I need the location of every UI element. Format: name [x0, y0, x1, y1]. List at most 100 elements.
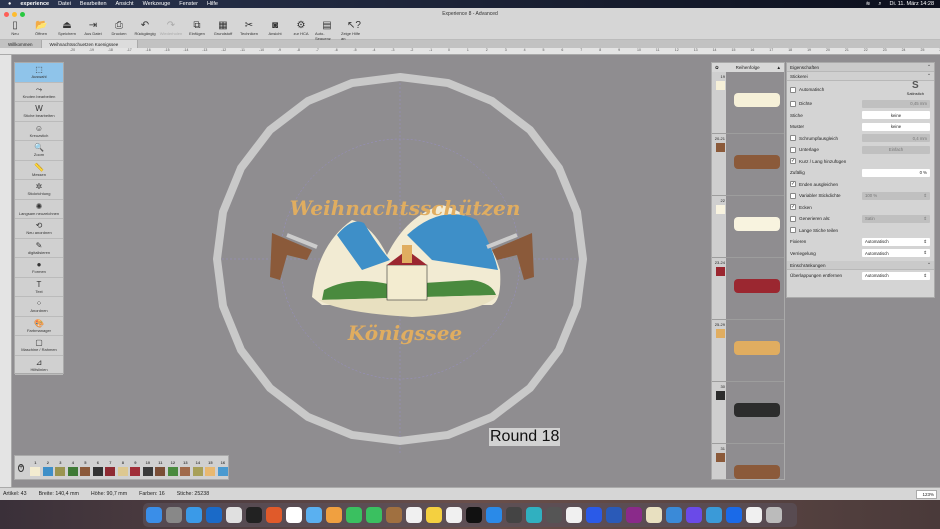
tool-stitch-direction[interactable]: ✲ Stickrichtung	[15, 180, 63, 200]
dock-app-icon[interactable]	[606, 507, 622, 523]
tool-reorder[interactable]: ⟲ Neu anordnen	[15, 219, 63, 239]
tool-cross-stitch[interactable]: ☺ Kreuzstich	[15, 122, 63, 141]
dock-app-icon[interactable]	[366, 507, 382, 523]
add-color-button[interactable]: +	[18, 463, 25, 472]
dock-app-icon[interactable]	[726, 507, 742, 523]
color-chip[interactable]: 1	[29, 460, 42, 476]
chevron-up-icon[interactable]: ⌃	[927, 73, 931, 79]
prop-field[interactable]: 0,4 mm	[862, 134, 930, 143]
color-chip[interactable]: 13	[179, 460, 192, 476]
checkbox[interactable]	[790, 86, 796, 93]
apple-icon[interactable]: ●	[8, 1, 11, 7]
toolbar-button-6[interactable]: ↷ Wiederholen	[159, 20, 183, 41]
checkbox[interactable]	[790, 135, 796, 142]
sequence-item[interactable]: 22	[712, 196, 784, 258]
tool-guides[interactable]: ⊿ Hilfslinien	[15, 356, 63, 375]
checkbox[interactable]	[790, 227, 796, 234]
dock-app-icon[interactable]	[406, 507, 422, 523]
tool-slow-redraw[interactable]: ✺ Langsam neuzeichnen	[15, 200, 63, 219]
prop-field[interactable]: Einfach	[862, 145, 930, 154]
prop-field[interactable]: keine	[862, 122, 930, 131]
checkbox[interactable]	[790, 215, 796, 222]
overlap-select[interactable]: Automatisch ⇕	[862, 271, 930, 280]
tool-measure[interactable]: 📏 Messen	[15, 161, 63, 180]
dock-app-icon[interactable]	[426, 507, 442, 523]
sequence-item[interactable]: 23-24	[712, 258, 784, 320]
dock-app-icon[interactable]	[326, 507, 342, 523]
dock-app-icon[interactable]	[666, 507, 682, 523]
toolbar-button-2[interactable]: ⏏ Speichern	[55, 20, 79, 41]
checkbox[interactable]	[790, 100, 796, 107]
dock-app-icon[interactable]	[706, 507, 722, 523]
prop-field[interactable]: 0,45 mm	[862, 99, 930, 108]
menu-werkzeuge[interactable]: Werkzeuge	[143, 1, 171, 7]
dock-app-icon[interactable]	[346, 507, 362, 523]
checkbox[interactable]: ✓	[790, 204, 796, 211]
prop-field[interactable]: keine	[862, 111, 930, 120]
checkbox[interactable]	[790, 192, 796, 199]
dock-app-icon[interactable]	[526, 507, 542, 523]
dock-app-icon[interactable]	[446, 507, 462, 523]
color-chip[interactable]: 6	[92, 460, 105, 476]
color-chip[interactable]: 5	[79, 460, 92, 476]
checkbox[interactable]	[790, 146, 796, 153]
dock-app-icon[interactable]	[206, 507, 222, 523]
search-icon[interactable]: ⌕	[878, 1, 881, 8]
chevron-up-icon[interactable]: ⌃	[927, 262, 931, 268]
embroidery-design[interactable]: Weihnachtsschützen Königssee	[270, 196, 534, 345]
dock-app-icon[interactable]	[266, 507, 282, 523]
tool-digitize[interactable]: ✎ digitalisieren	[15, 239, 63, 258]
checkbox[interactable]: ✓	[790, 158, 796, 165]
menu-bearbeiten[interactable]: Bearbeiten	[80, 1, 107, 7]
color-chip[interactable]: 10	[142, 460, 155, 476]
prop-field[interactable]: Automatisch ⇕	[862, 237, 930, 246]
wifi-icon[interactable]: ≋	[866, 1, 871, 8]
dock-app-icon[interactable]	[566, 507, 582, 523]
color-chip[interactable]: 12	[167, 460, 180, 476]
toolbar-button-4[interactable]: ⎙ Drucken	[107, 20, 131, 41]
toolbar-button-7[interactable]: ⧉ Einfügen	[185, 20, 209, 41]
menu-hilfe[interactable]: Hilfe	[207, 1, 218, 7]
toolbar-button-13[interactable]: ↖? Zeige Hilfe an	[341, 20, 365, 41]
color-chip[interactable]: 15	[204, 460, 217, 476]
dock-app-icon[interactable]	[626, 507, 642, 523]
dock-app-icon[interactable]	[586, 507, 602, 523]
toolbar-button-10[interactable]: ◙ Ansicht	[263, 20, 287, 41]
sequence-item[interactable]: 25-29	[712, 320, 784, 382]
dock-app-icon[interactable]	[546, 507, 562, 523]
color-chip[interactable]: 16	[217, 460, 230, 476]
zoom-level[interactable]: 123%	[916, 490, 937, 499]
clock[interactable]: Di. 11. März 14:28	[889, 1, 934, 8]
tab-document[interactable]: Weihnachtsschuetzen Koenigssee 207603*	[41, 40, 138, 52]
prop-field[interactable]: Automatisch ⇕	[862, 249, 930, 258]
toolbar-button-0[interactable]: ▯ Neu	[3, 20, 27, 41]
color-chip[interactable]: 2	[42, 460, 55, 476]
tool-arrange[interactable]: ⁘ Anordnen	[15, 297, 63, 317]
design-canvas[interactable]: Weihnachtsschützen Königssee	[12, 55, 709, 487]
dock-app-icon[interactable]	[506, 507, 522, 523]
color-chip[interactable]: 3	[54, 460, 67, 476]
dock-app-icon[interactable]	[466, 507, 482, 523]
tool-text[interactable]: T Text	[15, 278, 63, 297]
color-chip[interactable]: 11	[154, 460, 167, 476]
dock-app-icon[interactable]	[386, 507, 402, 523]
tab-welcome[interactable]: Willkommen	[0, 40, 42, 48]
toolbar-button-12[interactable]: ▤ Auto-Sequenz	[315, 20, 339, 41]
prop-field[interactable]: 100 % ⇕	[862, 191, 930, 200]
chevron-up-icon[interactable]: ⌃	[927, 64, 931, 70]
dock-app-icon[interactable]	[146, 507, 162, 523]
tool-stitch-edit[interactable]: W Stiche bearbeiten	[15, 102, 63, 122]
stitch-type-selector[interactable]: S Satinstich	[907, 81, 924, 97]
dock-app-icon[interactable]	[166, 507, 182, 523]
dock-app-icon[interactable]	[646, 507, 662, 523]
toolbar-button-3[interactable]: ⇥ Aus Datei	[81, 20, 105, 41]
sequence-item[interactable]: 20-21	[712, 134, 784, 196]
tool-select[interactable]: ⬚ Auswahl	[15, 63, 63, 83]
dock-app-icon[interactable]	[306, 507, 322, 523]
sequence-settings-icon[interactable]: ✿	[715, 65, 719, 71]
dock-app-icon[interactable]	[486, 507, 502, 523]
dock-app-icon[interactable]	[746, 507, 762, 523]
sequence-item[interactable]: 19	[712, 72, 784, 134]
dock-app-icon[interactable]	[226, 507, 242, 523]
toolbar-button-8[interactable]: ▦ Grundstoff	[211, 20, 235, 41]
